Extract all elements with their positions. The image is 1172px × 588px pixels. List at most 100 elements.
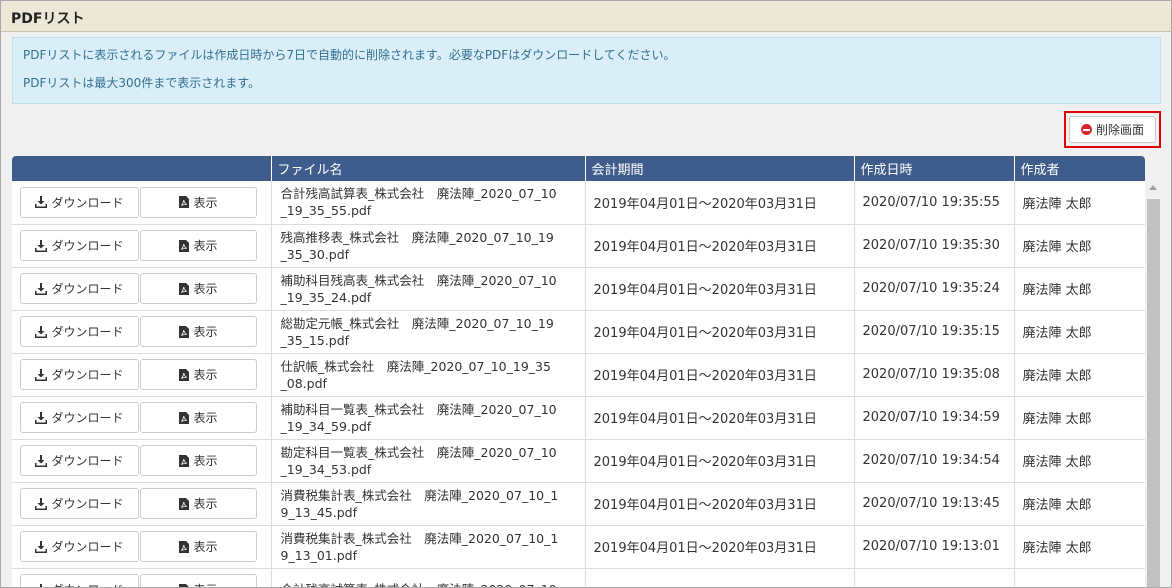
download-icon	[35, 325, 48, 338]
download-button[interactable]: ダウンロード	[20, 273, 139, 304]
scroll-thumb[interactable]	[1147, 199, 1160, 587]
row-actions: ダウンロード 表示	[12, 396, 272, 440]
row-actions: ダウンロード 表示	[12, 224, 272, 268]
download-label: ダウンロード	[51, 325, 124, 339]
download-button[interactable]: ダウンロード	[20, 574, 139, 587]
row-actions: ダウンロード 表示	[12, 482, 272, 526]
header-created[interactable]: 作成日時	[854, 156, 1015, 181]
table-row: ダウンロード 表示 補助科目残高表_株式会社 廃法陣_2020_07_10 _19_3…	[12, 267, 1145, 311]
download-icon	[35, 368, 48, 381]
pdf-file-icon	[179, 583, 190, 587]
file-name-line-1: 補助科目残高表_株式会社 廃法陣_2020_07_10	[280, 272, 557, 288]
pdf-file-icon	[179, 540, 190, 553]
pdf-file-icon	[179, 196, 190, 209]
download-icon	[40, 583, 43, 587]
pdf-file-icon	[179, 411, 190, 424]
minus-circle-icon	[1080, 124, 1092, 135]
download-label: ダウンロード	[51, 239, 124, 253]
row-actions: ダウンロード 表示	[12, 568, 272, 587]
file-name-line-1: 総勘定元帳_株式会社 廃法陣_2020_07_10_19	[280, 315, 554, 331]
download-button[interactable]: ダウンロード	[20, 359, 139, 390]
table-row: ダウンロード 表示 勘定科目一覧表_株式会社 廃法陣_2020_07_10 _19_3…	[12, 439, 1145, 483]
file-name-line-2: _19_35_55.pdf	[280, 203, 372, 219]
row-actions: ダウンロード 表示	[12, 439, 272, 483]
download-button[interactable]: ダウンロード	[20, 488, 139, 519]
file-name-line-2: _08.pdf	[280, 375, 327, 391]
file-name-cell: 合計残高試算表_株式会社 廃法陣_2020_07_10 _19_35_55.pdf	[271, 181, 586, 225]
table-row: ダウンロード 表示 合計残高試算表_株式会社 廃法陣_2020_07_10	[12, 568, 1145, 587]
header-author[interactable]: 作成者	[1014, 156, 1145, 181]
scroll-up-arrow-icon[interactable]	[1149, 185, 1157, 190]
author-cell	[1014, 568, 1145, 587]
created-cell: 2020/07/10 19:35:30	[854, 224, 1015, 268]
view-label: 表示	[193, 540, 218, 554]
pdf-file-icon	[179, 325, 190, 338]
download-label: ダウンロード	[51, 368, 124, 382]
file-name-cell: 残高推移表_株式会社 廃法陣_2020_07_10_19 _35_30.pdf	[271, 224, 586, 268]
file-name-cell: 補助科目残高表_株式会社 廃法陣_2020_07_10 _19_35_24.pdf	[271, 267, 586, 311]
period-cell	[585, 568, 855, 587]
notice-line-2: PDFリストは最大300件まで表示されます。	[23, 76, 261, 90]
file-name-line-1: 合計残高試算表_株式会社 廃法陣_2020_07_10	[280, 186, 557, 202]
row-actions: ダウンロード 表示	[12, 353, 272, 397]
created-cell	[854, 568, 1015, 587]
download-button[interactable]: ダウンロード	[20, 230, 139, 261]
view-button[interactable]: 表示	[140, 531, 257, 562]
file-name-line-2: 9_13_01.pdf	[280, 547, 358, 563]
created-cell: 2020/07/10 19:35:55	[854, 181, 1015, 225]
view-button[interactable]: 表示	[140, 316, 257, 347]
view-label: 表示	[193, 368, 218, 382]
pdf-file-icon	[179, 239, 190, 252]
pdf-table: ファイル名 会計期間 作成日時 作成者 ダウンロード 表示 合計残高試算表_株式会社…	[12, 156, 1145, 587]
download-label: ダウンロード	[51, 540, 124, 554]
download-icon	[35, 282, 48, 295]
file-name-cell: 消費税集計表_株式会社 廃法陣_2020_07_10_1 9_13_45.pdf	[271, 482, 586, 526]
download-label: ダウンロード	[51, 497, 124, 511]
download-label: ダウンロード	[51, 581, 123, 587]
delete-screen-button[interactable]: 削除画面	[1069, 116, 1156, 143]
created-cell: 2020/07/10 19:34:59	[854, 396, 1015, 440]
file-name-line-2: 9_13_45.pdf	[280, 504, 358, 520]
header-file-name[interactable]: ファイル名	[271, 156, 586, 181]
header-period[interactable]: 会計期間	[585, 156, 855, 181]
file-name-cell: 総勘定元帳_株式会社 廃法陣_2020_07_10_19 _35_15.pdf	[271, 310, 586, 354]
view-button[interactable]: 表示	[140, 574, 257, 587]
file-name-line-1: 消費税集計表_株式会社 廃法陣_2020_07_10_1	[280, 487, 559, 503]
download-button[interactable]: ダウンロード	[20, 316, 139, 347]
download-icon	[35, 239, 48, 252]
view-button[interactable]: 表示	[140, 273, 257, 304]
download-button[interactable]: ダウンロード	[20, 186, 139, 218]
file-name-line-1: 仕訳帳_株式会社 廃法陣_2020_07_10_19_35	[280, 358, 551, 374]
view-button[interactable]: 表示	[140, 359, 257, 390]
download-label: ダウンロード	[51, 195, 124, 210]
download-button[interactable]: ダウンロード	[20, 445, 139, 476]
view-button[interactable]: 表示	[140, 445, 257, 476]
period-cell: 2019年04月01日～2020年03月31日	[585, 224, 855, 268]
view-label: 表示	[193, 239, 218, 253]
download-icon	[35, 540, 48, 553]
file-name-cell: 合計残高試算表_株式会社 廃法陣_2020_07_10	[271, 568, 586, 587]
pdf-file-icon	[179, 497, 190, 510]
period-cell: 2019年04月01日～2020年03月31日	[585, 525, 855, 569]
view-label: 表示	[193, 454, 218, 468]
download-label: ダウンロード	[51, 411, 124, 425]
view-button[interactable]: 表示	[140, 488, 257, 519]
file-name-line-2: _35_15.pdf	[280, 332, 350, 348]
delete-screen-label: 削除画面	[1095, 123, 1144, 137]
download-button[interactable]: ダウンロード	[20, 402, 139, 433]
download-button[interactable]: ダウンロード	[20, 531, 139, 562]
vertical-scrollbar[interactable]	[1146, 181, 1161, 587]
pdf-table-container: ファイル名 会計期間 作成日時 作成者 ダウンロード 表示 合計残高試算表_株式会社…	[12, 156, 1145, 587]
view-button[interactable]: 表示	[140, 402, 257, 433]
author-cell: 廃法陣 太郎	[1014, 310, 1145, 354]
table-row: ダウンロード 表示 合計残高試算表_株式会社 廃法陣_2020_07_10 _19_3…	[12, 181, 1145, 225]
file-name-line-2: _19_34_59.pdf	[280, 418, 372, 434]
file-name-line-1: 残高推移表_株式会社 廃法陣_2020_07_10_19	[280, 229, 554, 245]
view-button[interactable]: 表示	[140, 230, 257, 261]
view-button[interactable]: 表示	[140, 186, 257, 218]
download-icon	[35, 196, 48, 209]
table-header-row: ファイル名 会計期間 作成日時 作成者	[12, 156, 1145, 181]
view-label: 表示	[193, 581, 217, 587]
author-cell: 廃法陣 太郎	[1014, 439, 1145, 483]
period-cell: 2019年04月01日～2020年03月31日	[585, 439, 855, 483]
